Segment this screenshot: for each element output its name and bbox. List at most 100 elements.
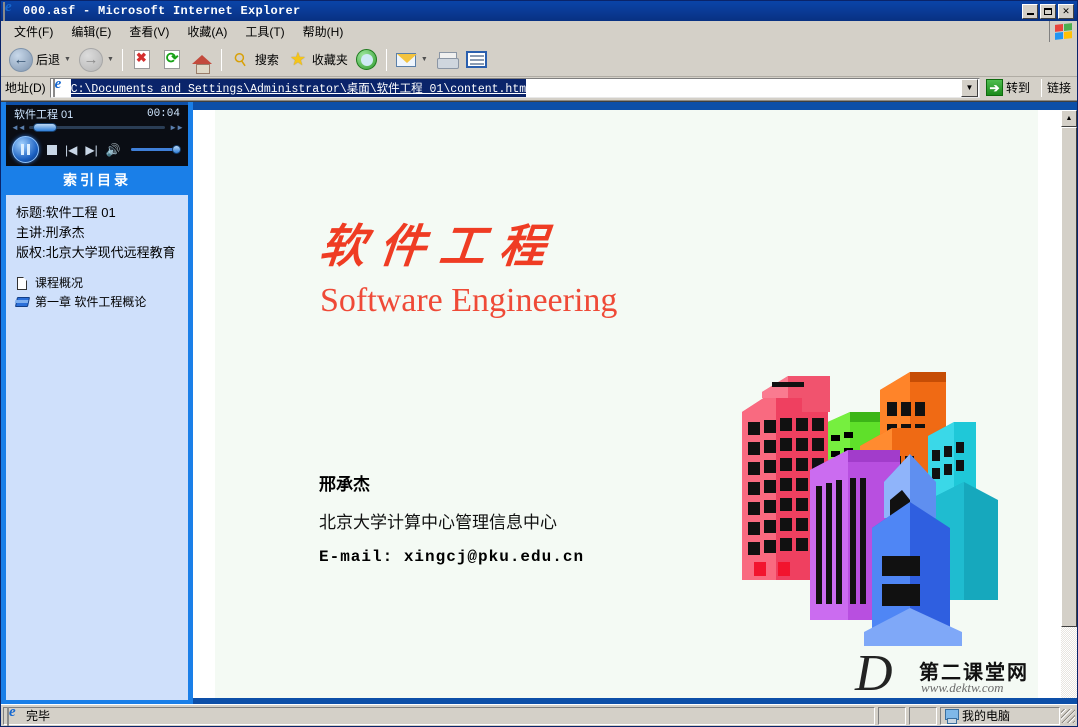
window-controls: ✕	[1022, 3, 1075, 19]
browser-content: 软件工程 01 00:04 ◄◄ ►► |◀ ▶| 🔊 索引目录 标题:软件工程…	[1, 101, 1077, 704]
next-track-button[interactable]: ▶|	[85, 144, 97, 156]
status-message: 完毕	[26, 709, 51, 723]
menu-view[interactable]: 查看(V)	[120, 20, 178, 43]
title-bar: 000.asf - Microsoft Internet Explorer ✕	[1, 1, 1077, 21]
content-frame: 软件工程 Software Engineering 邢承杰 北京大学计算中心管理…	[193, 102, 1077, 704]
seek-thumb[interactable]	[32, 123, 57, 132]
media-player: 软件工程 01 00:04 ◄◄ ►► |◀ ▶| 🔊	[6, 102, 188, 166]
pause-button[interactable]	[12, 136, 39, 163]
favorites-label: 收藏夹	[311, 53, 348, 67]
edit-button[interactable]	[462, 45, 492, 75]
toolbar-separator	[121, 48, 123, 71]
search-button[interactable]: ⚲ 搜索	[226, 45, 283, 75]
links-button[interactable]: 链接	[1047, 79, 1075, 96]
address-label: 地址(D)	[5, 81, 46, 95]
seek-slider[interactable]	[28, 123, 166, 132]
close-button[interactable]: ✕	[1058, 3, 1074, 19]
scroll-thumb[interactable]	[1061, 127, 1077, 627]
back-label: 后退	[36, 53, 61, 67]
watermark-url: www.dektw.com	[921, 680, 1004, 695]
toc-label-overview: 课程概况	[35, 276, 84, 290]
meta-lecturer: 主讲:刑承杰	[16, 225, 85, 240]
toc-label-chapter-1: 第一章 软件工程概论	[35, 295, 147, 309]
home-icon	[191, 49, 213, 74]
home-button[interactable]	[187, 45, 217, 75]
media-title: 软件工程 01	[14, 109, 74, 121]
address-input[interactable]: C:\Documents and Settings\Administrator\…	[49, 77, 980, 98]
stop-media-button[interactable]	[47, 144, 57, 155]
back-dropdown-icon[interactable]: ▼	[64, 56, 71, 63]
slide: 软件工程 Software Engineering 邢承杰 北京大学计算中心管理…	[215, 110, 1038, 698]
media-controls: |◀ ▶| 🔊	[6, 132, 188, 163]
menu-help[interactable]: 帮助(H)	[294, 20, 353, 43]
fastforward-icon[interactable]: ►►	[169, 123, 184, 132]
go-arrow-icon: ➔	[985, 79, 1003, 96]
menu-bar: 文件(F) 编辑(E) 查看(V) 收藏(A) 工具(T) 帮助(H)	[1, 21, 1077, 43]
windows-logo-icon	[1049, 21, 1077, 42]
cityscape-illustration	[732, 350, 1002, 660]
forward-arrow-icon: →	[78, 47, 103, 72]
volume-slider[interactable]	[130, 145, 181, 154]
scroll-up-button[interactable]: ▲	[1061, 110, 1077, 127]
menu-items: 文件(F) 编辑(E) 查看(V) 收藏(A) 工具(T) 帮助(H)	[1, 20, 1049, 43]
scroll-track[interactable]	[1061, 627, 1077, 698]
watermark-site-name: 第二课堂网	[919, 662, 1029, 684]
forward-dropdown-icon[interactable]: ▼	[107, 56, 114, 63]
content-bottom-border	[193, 698, 1077, 704]
address-bar: 地址(D) C:\Documents and Settings\Administ…	[1, 77, 1077, 101]
search-label: 搜索	[254, 53, 279, 67]
window-title: 000.asf - Microsoft Internet Explorer	[23, 4, 301, 18]
meta-title: 标题:软件工程 01	[16, 205, 116, 220]
menu-tools[interactable]: 工具(T)	[236, 20, 293, 43]
forward-button[interactable]: → ▼	[75, 45, 118, 75]
slide-affiliation: 北京大学计算中心管理信息中心	[319, 513, 557, 532]
ie-icon	[3, 2, 19, 21]
print-button[interactable]	[432, 45, 462, 75]
star-icon: ★	[289, 49, 306, 69]
go-label: 转到	[1005, 81, 1030, 95]
status-bar: 完毕 我的电脑	[1, 704, 1077, 726]
status-message-pane: 完毕	[3, 706, 875, 726]
sidebar-body: 标题:软件工程 01 主讲:刑承杰 版权:北京大学现代远程教育 课程概况 第一章…	[6, 195, 188, 700]
previous-track-button[interactable]: |◀	[65, 144, 77, 156]
table-of-contents: 课程概况 第一章 软件工程概论	[14, 275, 180, 311]
minimize-button[interactable]	[1022, 3, 1038, 19]
content-inner: 软件工程 Software Engineering 邢承杰 北京大学计算中心管理…	[193, 110, 1077, 698]
mail-button[interactable]: ▼	[391, 45, 432, 75]
maximize-button[interactable]	[1040, 3, 1056, 19]
stop-button[interactable]	[127, 45, 157, 75]
refresh-button[interactable]	[157, 45, 187, 75]
menu-file[interactable]: 文件(F)	[5, 20, 62, 43]
volume-icon[interactable]: 🔊	[106, 143, 121, 157]
resize-grip[interactable]	[1061, 708, 1075, 723]
toc-item-chapter-1[interactable]: 第一章 软件工程概论	[14, 294, 180, 311]
address-value[interactable]: C:\Documents and Settings\Administrator\…	[70, 78, 527, 97]
browser-window: 000.asf - Microsoft Internet Explorer ✕ …	[0, 0, 1078, 727]
mail-dropdown-icon[interactable]: ▼	[421, 56, 428, 63]
rewind-icon[interactable]: ◄◄	[11, 123, 26, 132]
favorites-button[interactable]: ★ 收藏夹	[283, 45, 352, 75]
index-header: 索引目录	[1, 166, 193, 195]
vertical-scrollbar[interactable]: ▲	[1060, 110, 1077, 698]
status-pane-3	[909, 706, 937, 725]
printer-icon	[436, 49, 459, 71]
mail-icon	[395, 49, 417, 71]
back-button[interactable]: ← 后退 ▼	[5, 45, 75, 75]
edit-page-icon	[466, 49, 488, 71]
menu-favorites[interactable]: 收藏(A)	[178, 20, 236, 43]
history-button[interactable]	[352, 45, 382, 75]
address-dropdown-button[interactable]: ▼	[960, 78, 978, 97]
page-icon	[52, 79, 68, 97]
go-button[interactable]: ➔ 转到	[980, 79, 1036, 96]
slide-title-chinese: 软件工程	[316, 221, 563, 272]
refresh-icon	[161, 49, 183, 71]
sidebar: 软件工程 01 00:04 ◄◄ ►► |◀ ▶| 🔊 索引目录 标题:软件工程…	[1, 102, 193, 704]
content-top-border	[193, 102, 1077, 110]
toolbar-separator-2	[220, 48, 222, 71]
volume-thumb[interactable]	[172, 145, 181, 154]
status-pane-2	[878, 706, 906, 725]
menu-edit[interactable]: 编辑(E)	[62, 20, 120, 43]
status-zone-pane: 我的电脑	[940, 706, 1060, 725]
toc-item-overview[interactable]: 课程概况	[16, 275, 180, 292]
slide-author: 邢承杰	[319, 475, 370, 494]
